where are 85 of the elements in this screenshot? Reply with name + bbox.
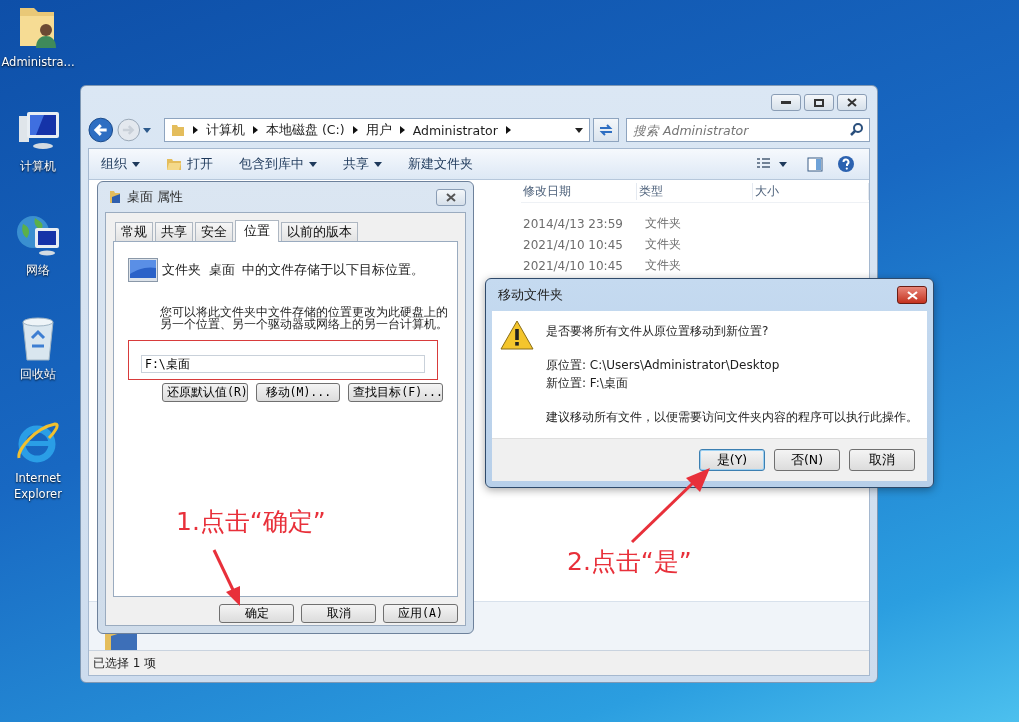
- refresh-button[interactable]: [593, 118, 619, 142]
- description-text: 文件夹 桌面 中的文件存储于以下目标位置。: [162, 261, 425, 279]
- advice-text: 建议移动所有文件，以便需要访问文件夹内容的程序可以执行此操作。: [546, 409, 918, 426]
- list-view-icon: [757, 158, 787, 170]
- maximize-button[interactable]: [804, 94, 834, 111]
- close-button[interactable]: [897, 286, 927, 304]
- history-dropdown-icon[interactable]: [143, 127, 151, 133]
- refresh-icon: [598, 123, 615, 137]
- tab[interactable]: 以前的版本: [281, 222, 358, 241]
- search-field[interactable]: 搜索 Administrator: [626, 118, 870, 142]
- close-button[interactable]: [436, 188, 466, 206]
- recycle-bin-icon[interactable]: [20, 316, 56, 362]
- desktop-icon-label[interactable]: Internet Explorer: [1, 470, 75, 502]
- toolbar-button[interactable]: 共享: [337, 153, 388, 175]
- dialog-title: 桌面 属性: [127, 188, 183, 206]
- path-field[interactable]: F:\桌面: [141, 355, 425, 373]
- dropdown-icon[interactable]: [575, 127, 584, 133]
- column-header[interactable]: 类型: [637, 182, 753, 200]
- target-path-text: 新位置: F:\桌面: [546, 375, 629, 392]
- caret-icon: [374, 161, 382, 167]
- breadcrumb-arrow-icon[interactable]: [352, 126, 358, 134]
- caret-icon: [309, 161, 317, 167]
- breadcrumb-item[interactable]: 计算机: [205, 121, 245, 139]
- breadcrumb-item[interactable]: 本地磁盘 (C:): [265, 121, 345, 139]
- breadcrumb-arrow-icon[interactable]: [399, 126, 405, 134]
- dialog-button[interactable]: 移动(M)...: [256, 383, 341, 402]
- folder-icon: [170, 123, 185, 137]
- close-icon: [847, 98, 857, 107]
- folder-icon: [166, 157, 182, 171]
- maximize-icon: [814, 98, 824, 107]
- breadcrumb-arrow-icon[interactable]: [505, 126, 511, 134]
- folder-icon: [109, 190, 121, 204]
- desktop-icon-label[interactable]: 回收站: [1, 366, 75, 382]
- column-header[interactable]: 修改日期: [521, 182, 637, 200]
- column-header[interactable]: 大小: [753, 182, 869, 200]
- desktop-icon-label[interactable]: Administra...: [1, 54, 75, 70]
- caret-icon: [132, 161, 140, 167]
- toolbar-button[interactable]: 打开: [160, 153, 219, 175]
- close-icon: [446, 192, 456, 202]
- back-button-icon[interactable]: [88, 117, 114, 143]
- hint-text: 您可以将此文件夹中文件存储的位置更改为此硬盘上的另一个位置、另一个驱动器或网络上的另一台计算机。: [160, 306, 448, 330]
- desktop-icon-label[interactable]: 网络: [1, 262, 75, 278]
- preview-pane-icon[interactable]: [807, 156, 823, 172]
- dialog-button[interactable]: 取消: [849, 449, 915, 471]
- source-path-text: 原位置: C:\Users\Administrator\Desktop: [546, 357, 781, 374]
- dialog-button[interactable]: 否(N): [774, 449, 840, 471]
- annotation-arrow: [212, 549, 240, 606]
- tab[interactable]: 共享: [155, 222, 193, 241]
- breadcrumb-arrow-icon[interactable]: [192, 126, 198, 134]
- type-cell-text: 文件夹: [644, 257, 682, 274]
- search-icon: [850, 123, 863, 136]
- toolbar-button[interactable]: 组织: [95, 153, 146, 175]
- dialog-button[interactable]: 是(Y): [699, 449, 765, 471]
- type-cell-text: 文件夹: [644, 215, 682, 232]
- status-text: 已选择 1 项: [93, 654, 157, 672]
- date-cell-text: 2021/4/10 10:45: [522, 258, 624, 273]
- minimize-button[interactable]: [771, 94, 801, 111]
- tab[interactable]: 常规: [115, 222, 153, 241]
- desktop-icon-label[interactable]: 计算机: [1, 158, 75, 174]
- date-cell-text: 2014/4/13 23:59: [522, 216, 624, 231]
- breadcrumb-arrow-icon[interactable]: [252, 126, 258, 134]
- close-icon: [906, 290, 918, 300]
- breadcrumb-item[interactable]: Administrator: [412, 122, 498, 138]
- help-icon[interactable]: [837, 155, 855, 173]
- dialog-title: 移动文件夹: [498, 286, 563, 304]
- type-cell-text: 文件夹: [644, 236, 682, 253]
- annotation-text: 1.点击“确定”: [176, 506, 326, 538]
- dialog-button[interactable]: 还原默认值(R): [162, 383, 249, 402]
- warning-icon: [500, 320, 534, 350]
- close-button[interactable]: [837, 94, 867, 111]
- dialog-button[interactable]: 应用(A): [383, 604, 458, 623]
- toolbar-button[interactable]: 包含到库中: [233, 153, 323, 175]
- question-text: 是否要将所有文件从原位置移动到新位置?: [546, 323, 770, 340]
- dialog-button[interactable]: 确定: [219, 604, 294, 623]
- monitor-icon: [128, 258, 158, 282]
- minimize-icon: [781, 101, 791, 104]
- tab[interactable]: 位置: [235, 220, 279, 242]
- annotation-text: 2.点击“是”: [567, 546, 692, 578]
- dialog-button[interactable]: 查找目标(F)...: [348, 383, 443, 402]
- toolbar-button[interactable]: 新建文件夹: [402, 153, 479, 175]
- address-bar[interactable]: 计算机 本地磁盘 (C:) 用户 Administrator: [163, 118, 591, 142]
- dialog-button[interactable]: 取消: [301, 604, 376, 623]
- breadcrumb-item[interactable]: 用户: [365, 121, 392, 139]
- date-cell-text: 2021/4/10 10:45: [522, 237, 624, 252]
- tab[interactable]: 安全: [195, 222, 233, 241]
